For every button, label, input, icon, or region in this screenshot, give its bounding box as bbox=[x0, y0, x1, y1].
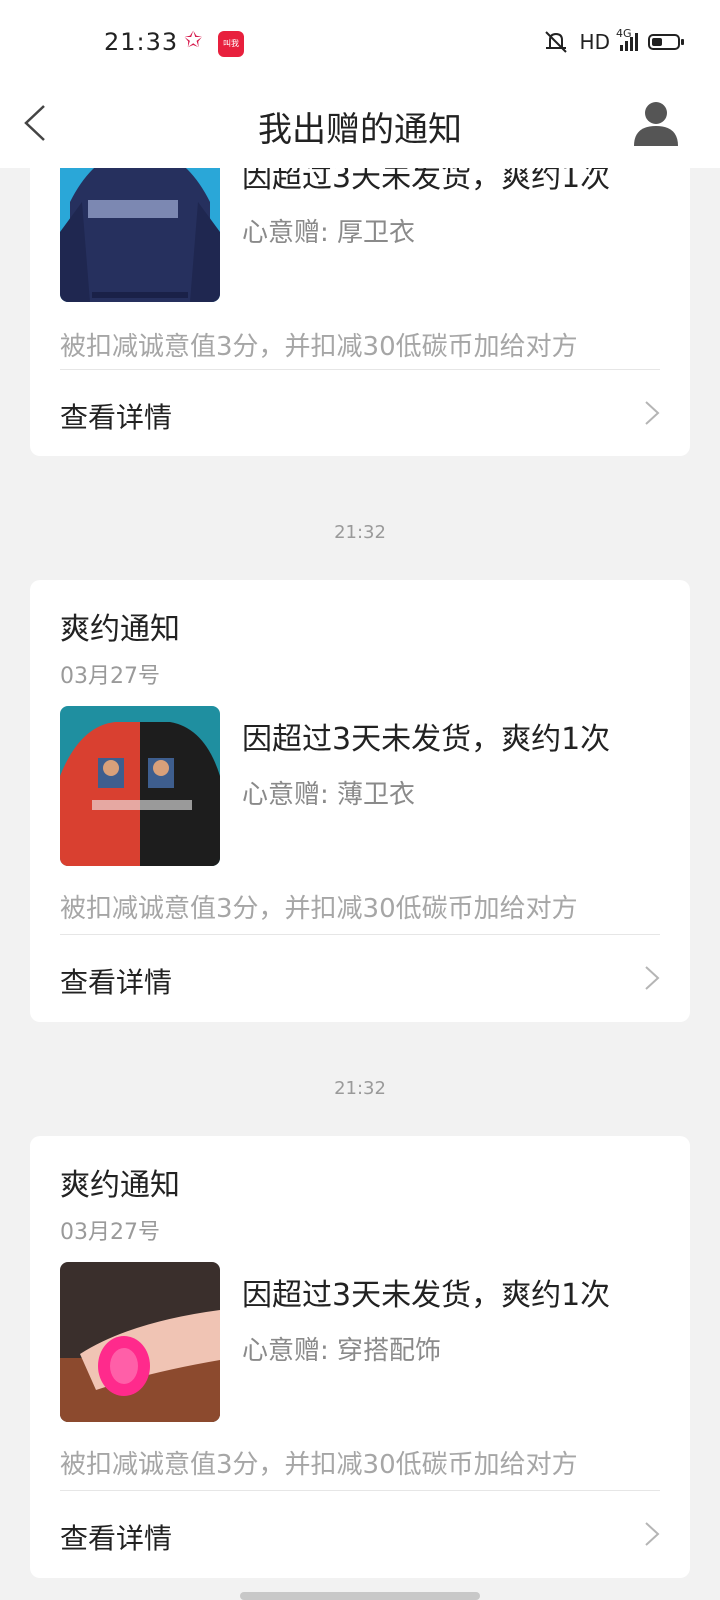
notification-title: 爽约通知 bbox=[60, 1168, 180, 1203]
message-timestamp: 21:32 bbox=[334, 1078, 386, 1099]
item-thumbnail-bracelet[interactable] bbox=[60, 1262, 220, 1422]
app-notification-icon: 叫我 bbox=[218, 31, 244, 57]
home-indicator[interactable] bbox=[240, 1592, 480, 1600]
notification-title: 爽约通知 bbox=[60, 612, 180, 647]
notification-item: 心意赠: 薄卫衣 bbox=[242, 774, 415, 811]
status-bar: 21:33 ✩ 叫我 HD 4G bbox=[0, 0, 720, 82]
item-name: 穿搭配饰 bbox=[337, 1336, 442, 1366]
chevron-right-icon bbox=[645, 401, 660, 425]
item-label: 心意赠: bbox=[242, 780, 329, 810]
network-hd-label: HD bbox=[579, 30, 610, 54]
nav-bar: 我出赠的通知 bbox=[0, 82, 720, 168]
item-label: 心意赠: bbox=[242, 218, 329, 248]
star-icon: ✩ bbox=[184, 28, 203, 53]
message-timestamp: 21:32 bbox=[334, 522, 386, 543]
notification-reason: 因超过3天未发货，爽约1次 bbox=[242, 722, 611, 757]
notification-card: 爽约通知 03月27号 因超过3天未发货，爽约1次 心意赠: 穿搭配饰 被扣减诚… bbox=[30, 1136, 690, 1578]
mute-bell-icon bbox=[544, 31, 567, 53]
view-details-row[interactable]: 查看详情 bbox=[30, 935, 690, 1021]
notification-list: 因超过3天未发货，爽约1次 心意赠: 厚卫衣 被扣减诚意值3分，并扣减30低碳币… bbox=[0, 0, 720, 1600]
notification-card: 爽约通知 03月27号 因超过3天未发货，爽约1次 心意赠: 薄卫衣 被扣减诚意… bbox=[30, 580, 690, 1022]
view-details-row[interactable]: 查看详情 bbox=[30, 1491, 690, 1577]
chevron-right-icon bbox=[645, 1522, 660, 1546]
item-label: 心意赠: bbox=[242, 1336, 329, 1366]
battery-level bbox=[652, 38, 662, 46]
view-details-label: 查看详情 bbox=[60, 1522, 173, 1555]
penalty-text: 被扣减诚意值3分，并扣减30低碳币加给对方 bbox=[60, 332, 578, 362]
notification-item: 心意赠: 厚卫衣 bbox=[242, 212, 415, 249]
user-icon[interactable] bbox=[630, 96, 682, 148]
penalty-text: 被扣减诚意值3分，并扣减30低碳币加给对方 bbox=[60, 1450, 578, 1480]
status-time: 21:33 bbox=[104, 28, 179, 56]
network-type-label: 4G bbox=[616, 27, 632, 40]
item-thumbnail-hoodie-redblack[interactable] bbox=[60, 706, 220, 866]
penalty-text: 被扣减诚意值3分，并扣减30低碳币加给对方 bbox=[60, 894, 578, 924]
battery-icon bbox=[648, 34, 684, 50]
notification-date: 03月27号 bbox=[60, 664, 160, 689]
item-name: 厚卫衣 bbox=[337, 218, 416, 248]
item-name: 薄卫衣 bbox=[337, 780, 416, 810]
notification-reason: 因超过3天未发货，爽约1次 bbox=[242, 1278, 611, 1313]
chevron-right-icon bbox=[645, 966, 660, 990]
notification-item: 心意赠: 穿搭配饰 bbox=[242, 1330, 441, 1367]
status-indicators: HD 4G bbox=[542, 27, 684, 54]
notification-date: 03月27号 bbox=[60, 1220, 160, 1245]
view-details-label: 查看详情 bbox=[60, 966, 173, 999]
view-details-label: 查看详情 bbox=[60, 401, 173, 434]
view-details-row[interactable]: 查看详情 bbox=[30, 370, 690, 456]
page-title: 我出赠的通知 bbox=[258, 110, 462, 150]
